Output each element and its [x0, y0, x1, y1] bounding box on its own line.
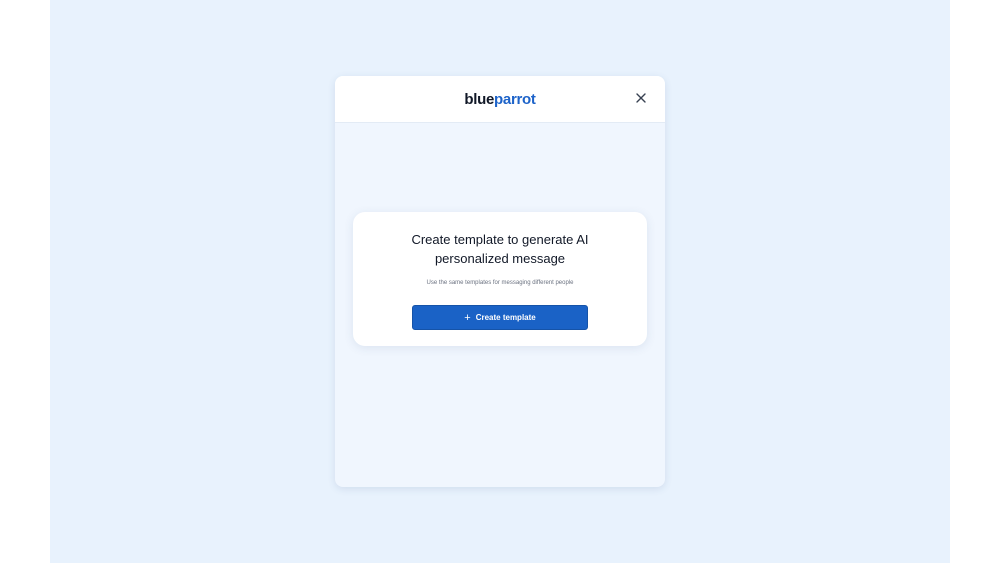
title-line-1: Create template to generate AI: [411, 232, 589, 247]
create-template-button[interactable]: + Create template: [412, 305, 588, 330]
close-button[interactable]: [631, 88, 651, 108]
empty-state-card: Create template to generate AI personali…: [353, 212, 647, 346]
plus-icon: +: [464, 312, 471, 324]
empty-state-subtitle: Use the same templates for messaging dif…: [426, 280, 574, 286]
blueparrot-logo: blueparrot: [335, 91, 665, 109]
title-line-2: personalized message: [434, 251, 566, 266]
popup-header: blueparrot: [335, 76, 665, 123]
empty-state-title: Create template to generate AI personali…: [353, 230, 647, 268]
close-icon: [636, 93, 646, 103]
logo-text-parrot: parrot: [494, 91, 536, 108]
create-template-label: Create template: [475, 313, 536, 322]
logo-text-blue: blue: [464, 91, 495, 108]
